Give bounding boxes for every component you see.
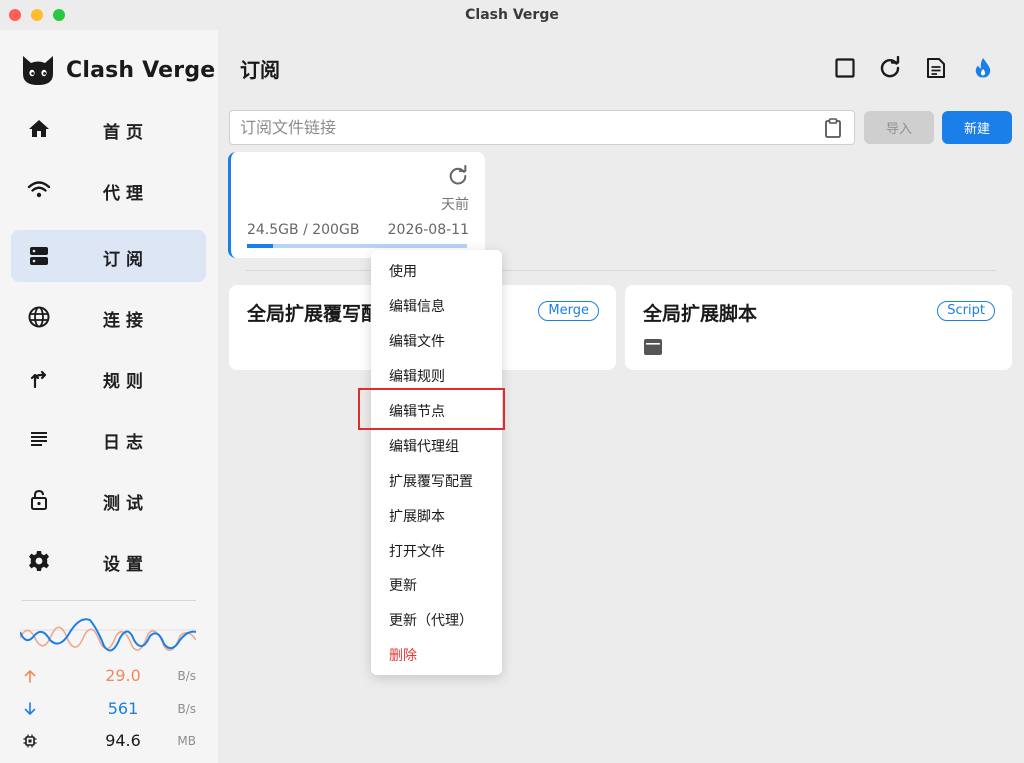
wifi-icon: [27, 181, 51, 198]
menu-item-update[interactable]: 更新: [389, 575, 417, 595]
sidebar: Clash Verge 首页 代理 订阅 连接 规则 日志 测试 设置 29.0…: [0, 30, 218, 763]
download-value: 561: [107, 699, 139, 718]
menu-item-extend-script[interactable]: 扩展脚本: [389, 506, 445, 526]
square-icon[interactable]: [833, 56, 857, 80]
subscription-url-input[interactable]: [229, 110, 855, 145]
import-button[interactable]: 导入: [864, 111, 934, 144]
merge-badge: Merge: [538, 301, 599, 321]
fire-icon[interactable]: [971, 56, 995, 80]
gear-icon: [29, 551, 49, 571]
sidebar-item-label: 代理: [103, 184, 149, 204]
sidebar-item-label: 订阅: [103, 250, 149, 270]
list-icon: [31, 432, 47, 446]
file-icon: [644, 339, 662, 355]
menu-item-delete[interactable]: 删除: [389, 645, 417, 665]
usage-progress-bar: [247, 244, 467, 248]
traffic-graph: [20, 618, 196, 652]
profile-context-menu: 使用 编辑信息 编辑文件 编辑规则 编辑节点 编辑代理组 扩展覆写配置 扩展脚本…: [371, 250, 502, 675]
upload-value: 29.0: [105, 666, 141, 685]
download-unit: B/s: [177, 702, 196, 716]
sidebar-item-label: 测试: [103, 494, 149, 514]
page-title: 订阅: [240, 58, 280, 82]
sidebar-item-home[interactable]: 首页: [11, 103, 206, 155]
profile-updated-ago: 天前: [441, 197, 469, 213]
upload-unit: B/s: [177, 669, 196, 683]
script-badge: Script: [937, 301, 995, 321]
document-icon[interactable]: [924, 56, 948, 80]
refresh-icon[interactable]: [878, 56, 902, 80]
sidebar-item-connections[interactable]: 连接: [11, 291, 206, 343]
app-window: Clash Verge Clash Verge 首页 代理 订阅 连接 规则 日…: [0, 0, 1024, 763]
main-content: 订阅 导入 新建 天前 24.5GB / 2: [218, 30, 1024, 763]
window-title: Clash Verge: [465, 7, 559, 23]
chip-icon: [23, 734, 37, 748]
arrow-up-icon: [24, 670, 36, 683]
home-icon: [29, 120, 49, 137]
sidebar-item-profiles[interactable]: 订阅: [11, 230, 206, 282]
profile-usage: 24.5GB / 200GB: [247, 222, 360, 238]
sidebar-item-label: 设置: [103, 555, 149, 575]
fork-icon: [30, 370, 47, 389]
ext-card-title: 全局扩展脚本: [643, 303, 758, 325]
menu-item-open-file[interactable]: 打开文件: [389, 541, 445, 561]
new-button[interactable]: 新建: [942, 111, 1012, 144]
global-script-card[interactable]: 全局扩展脚本 Script: [625, 285, 1012, 370]
app-name: Clash Verge: [66, 57, 216, 83]
menu-item-edit-info[interactable]: 编辑信息: [389, 296, 445, 316]
app-logo: Clash Verge: [20, 52, 215, 88]
sidebar-item-label: 规则: [103, 372, 149, 392]
globe-icon: [28, 306, 50, 328]
dns-icon: [30, 247, 48, 265]
menu-item-use[interactable]: 使用: [389, 261, 417, 281]
title-bar: Clash Verge: [0, 0, 1024, 30]
clipboard-icon[interactable]: [822, 117, 844, 139]
sidebar-divider: [22, 600, 196, 601]
menu-item-edit-rules[interactable]: 编辑规则: [389, 366, 445, 386]
lock-icon: [31, 489, 47, 510]
sidebar-item-label: 连接: [103, 311, 149, 331]
menu-item-edit-proxy-groups[interactable]: 编辑代理组: [389, 436, 459, 456]
sidebar-item-proxy[interactable]: 代理: [11, 164, 206, 216]
cat-logo-icon: [23, 56, 53, 85]
download-speed: 561 B/s: [22, 699, 196, 721]
memory-unit: MB: [177, 734, 196, 748]
sidebar-item-label: 日志: [103, 433, 149, 453]
sidebar-item-rules[interactable]: 规则: [11, 352, 206, 404]
menu-item-update-proxy[interactable]: 更新（代理）: [389, 610, 473, 630]
section-divider: [246, 270, 996, 271]
profile-expire: 2026-08-11: [387, 222, 469, 238]
upload-speed: 29.0 B/s: [22, 666, 196, 688]
sidebar-item-label: 首页: [103, 123, 149, 143]
usage-progress-fill: [247, 244, 274, 248]
sidebar-item-test[interactable]: 测试: [11, 474, 206, 526]
sidebar-item-settings[interactable]: 设置: [11, 535, 206, 587]
refresh-icon[interactable]: [447, 165, 469, 187]
memory-usage: 94.6 MB: [22, 731, 196, 753]
profile-card[interactable]: 天前 24.5GB / 200GB 2026-08-11: [228, 152, 485, 258]
menu-item-edit-file[interactable]: 编辑文件: [389, 331, 445, 351]
highlight-annotation-box: [358, 388, 505, 430]
memory-value: 94.6: [105, 731, 141, 750]
sidebar-item-logs[interactable]: 日志: [11, 413, 206, 465]
arrow-down-icon: [24, 702, 36, 715]
menu-item-extend-merge[interactable]: 扩展覆写配置: [389, 471, 473, 491]
